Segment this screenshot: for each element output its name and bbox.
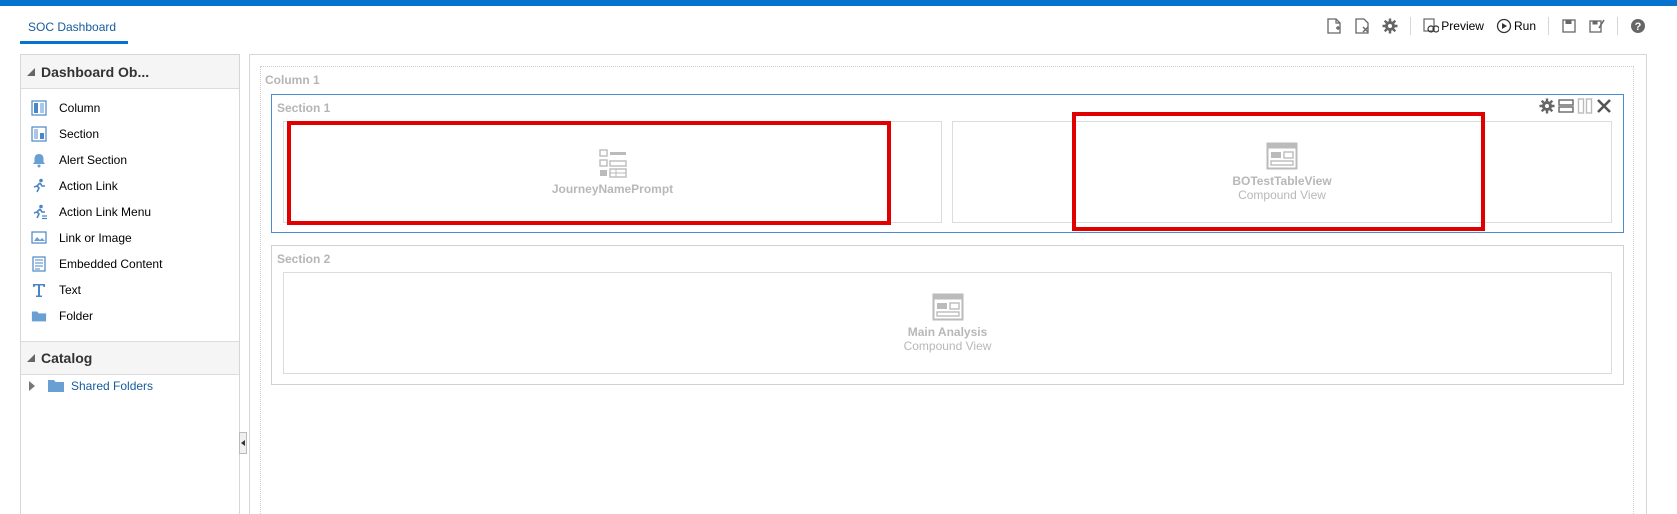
tab-label: SOC Dashboard xyxy=(28,20,117,34)
tree-item-label: Shared Folders xyxy=(71,379,154,393)
object-subtitle: Compound View xyxy=(903,339,992,353)
highlight-box xyxy=(287,121,891,225)
object-item-link-or-image[interactable]: Link or Image xyxy=(21,225,239,251)
left-panel: Dashboard Ob... Column Section Alert Sec… xyxy=(20,54,240,514)
object-item-label: Link or Image xyxy=(59,231,132,245)
object-item-text[interactable]: Text xyxy=(21,277,239,303)
text-icon xyxy=(31,282,47,298)
object-item-label: Folder xyxy=(59,309,94,323)
run-button[interactable]: Run xyxy=(1496,18,1536,34)
runner-icon xyxy=(31,178,47,194)
toolbar: Preview Run ? xyxy=(1320,16,1652,36)
dashboard-objects-list: Column Section Alert Section Action Link… xyxy=(21,89,239,329)
object-item-embedded-content[interactable]: Embedded Content xyxy=(21,251,239,277)
catalog-title: Catalog xyxy=(41,350,93,366)
section-icon xyxy=(31,126,47,142)
column-icon xyxy=(31,100,47,116)
object-item-label: Alert Section xyxy=(59,153,128,167)
save-as-icon[interactable] xyxy=(1589,18,1605,34)
close-icon[interactable] xyxy=(1596,98,1612,114)
toolbar-separator xyxy=(1617,17,1618,35)
object-item-column[interactable]: Column xyxy=(21,95,239,121)
vertical-layout-icon[interactable] xyxy=(1558,98,1574,114)
gear-icon[interactable] xyxy=(1539,98,1555,114)
delete-page-icon[interactable] xyxy=(1354,18,1370,34)
toolbar-separator xyxy=(1410,17,1412,35)
bell-icon xyxy=(31,152,47,168)
tree-item-shared-folders[interactable]: Shared Folders xyxy=(29,379,153,393)
collapse-triangle-icon[interactable] xyxy=(27,67,35,76)
object-item-label: Section xyxy=(59,127,100,141)
preview-icon xyxy=(1423,18,1440,33)
object-item-label: Embedded Content xyxy=(59,257,163,271)
object-item-label: Action Link Menu xyxy=(59,205,152,219)
object-item-action-link[interactable]: Action Link xyxy=(21,173,239,199)
object-main-analysis[interactable]: Main Analysis Compound View xyxy=(283,272,1612,374)
object-item-label: Action Link xyxy=(59,179,118,193)
collapse-left-icon xyxy=(241,440,245,446)
top-accent-bar xyxy=(0,0,1677,6)
object-item-label: Column xyxy=(59,101,101,115)
dashboard-objects-header[interactable]: Dashboard Ob... xyxy=(21,55,239,89)
image-link-icon xyxy=(31,230,47,246)
run-label: Run xyxy=(1513,19,1536,33)
object-item-section[interactable]: Section xyxy=(21,121,239,147)
object-item-label: Text xyxy=(59,283,82,297)
catalog-header[interactable]: Catalog xyxy=(21,341,239,375)
section-2-label: Section 2 xyxy=(277,252,331,266)
object-item-action-link-menu[interactable]: Action Link Menu xyxy=(21,199,239,225)
dashboard-objects-title: Dashboard Ob... xyxy=(41,63,150,80)
column-label: Column 1 xyxy=(265,73,320,87)
section-1-label: Section 1 xyxy=(277,101,331,115)
highlight-box xyxy=(1072,112,1485,231)
add-page-icon[interactable] xyxy=(1326,18,1342,34)
expand-arrow-icon[interactable] xyxy=(29,381,35,391)
folder-icon xyxy=(31,308,47,324)
save-icon[interactable] xyxy=(1561,18,1577,34)
object-item-alert-section[interactable]: Alert Section xyxy=(21,147,239,173)
panel-collapse-handle[interactable] xyxy=(239,432,247,454)
runner-menu-icon xyxy=(31,204,47,220)
preview-button[interactable]: Preview xyxy=(1423,18,1484,34)
folder-icon xyxy=(47,379,65,393)
object-name: Main Analysis xyxy=(907,325,988,339)
gear-icon[interactable] xyxy=(1382,18,1398,34)
help-icon[interactable]: ? xyxy=(1630,18,1646,34)
toolbar-separator xyxy=(1548,17,1549,35)
compound-view-icon xyxy=(932,293,963,321)
object-item-folder[interactable]: Folder xyxy=(21,303,239,329)
collapse-triangle-icon[interactable] xyxy=(27,354,35,362)
play-icon xyxy=(1496,18,1512,34)
preview-label: Preview xyxy=(1441,19,1484,33)
section-1-tools xyxy=(1539,98,1615,114)
svg-text:?: ? xyxy=(1635,21,1642,33)
tab-soc-dashboard[interactable]: SOC Dashboard xyxy=(20,18,128,44)
horizontal-layout-icon[interactable] xyxy=(1577,98,1593,114)
embedded-icon xyxy=(31,256,47,272)
